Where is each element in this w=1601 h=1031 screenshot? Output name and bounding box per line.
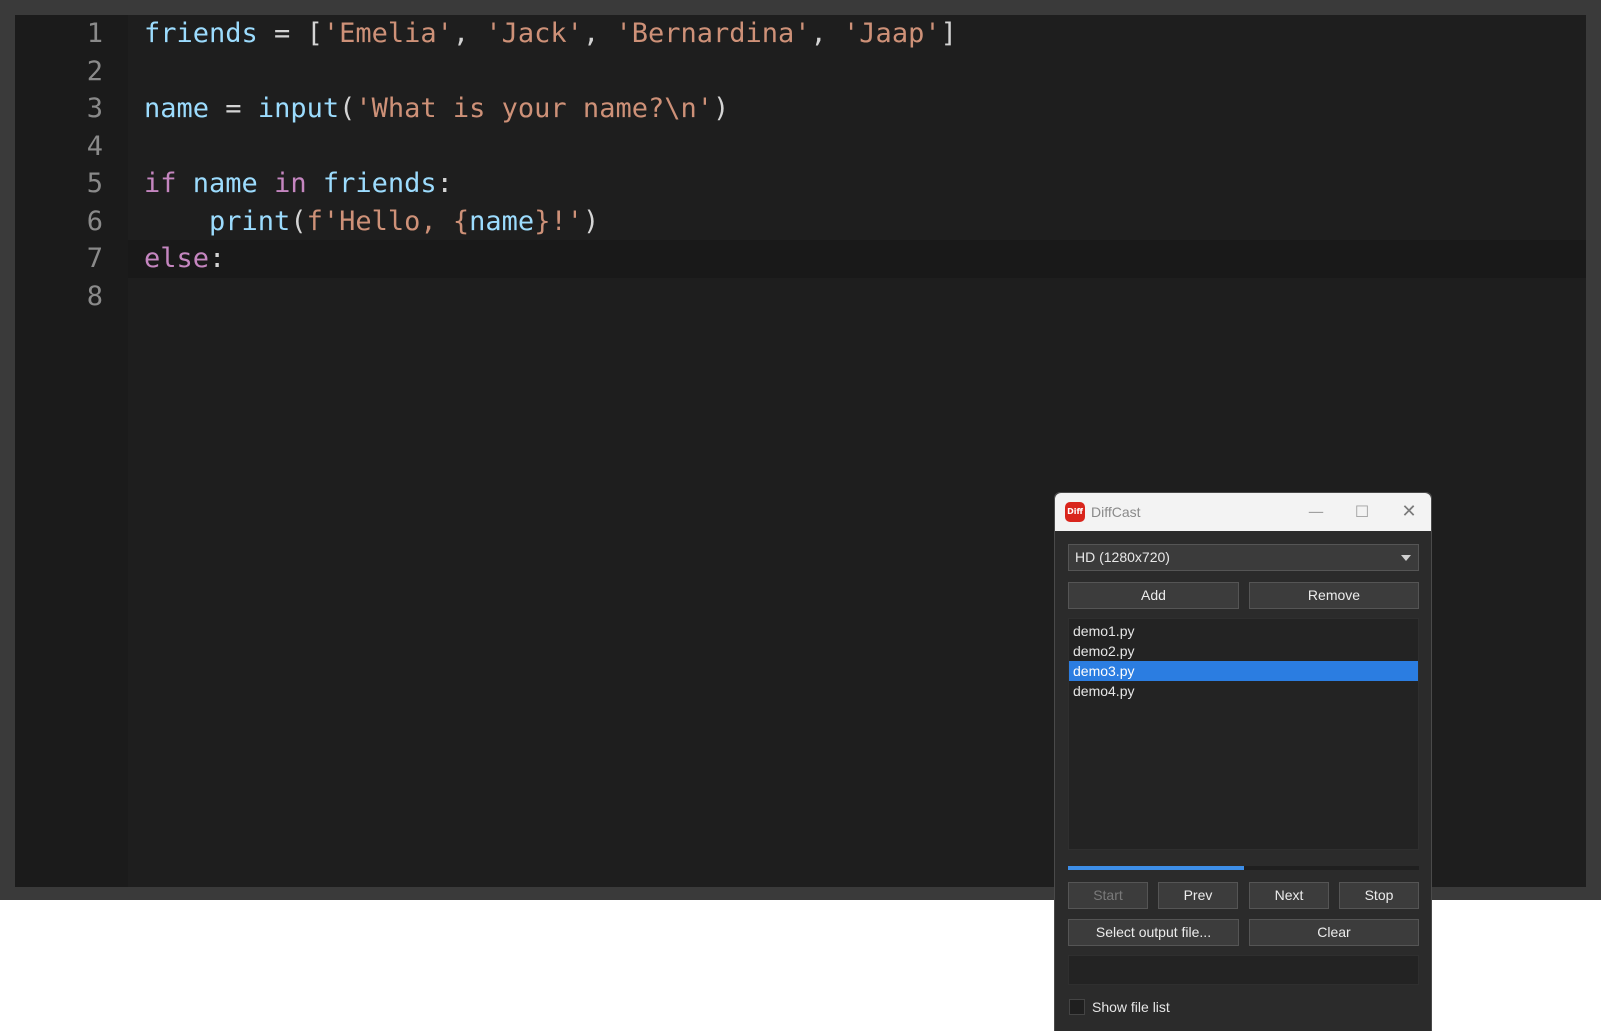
code-token: , xyxy=(582,18,616,49)
code-token: if xyxy=(144,168,177,199)
prev-button[interactable]: Prev xyxy=(1158,882,1238,909)
code-token: !' xyxy=(550,205,583,237)
line-number: 8 xyxy=(86,280,103,312)
progress-fill xyxy=(1068,866,1244,870)
code-token: f'Hello, xyxy=(306,205,453,237)
file-list-item[interactable]: demo1.py xyxy=(1069,621,1418,641)
chevron-down-icon xyxy=(1401,555,1411,561)
code-token: ) xyxy=(712,93,730,124)
remove-button[interactable]: Remove xyxy=(1249,582,1419,609)
diffcast-window: Diff DiffCast — ☐ ✕ HD (1280x720) Add Re… xyxy=(1054,492,1432,1031)
line-number: 2 xyxy=(86,55,103,87)
progress-bar xyxy=(1068,866,1419,870)
code-token: print xyxy=(209,205,291,237)
add-button[interactable]: Add xyxy=(1068,582,1239,609)
resolution-select[interactable]: HD (1280x720) xyxy=(1068,544,1419,571)
line-number: 4 xyxy=(86,130,103,162)
title-bar[interactable]: Diff DiffCast — ☐ ✕ xyxy=(1055,493,1431,531)
code-token: 'Emelia' xyxy=(322,18,453,49)
clear-button[interactable]: Clear xyxy=(1249,919,1419,946)
line-number: 3 xyxy=(86,93,103,124)
start-button[interactable]: Start xyxy=(1068,882,1148,909)
code-token: : xyxy=(209,243,226,274)
line-number: 5 xyxy=(86,168,103,199)
close-icon[interactable]: ✕ xyxy=(1386,493,1432,531)
code-token: ) xyxy=(582,205,600,237)
code-line[interactable]: else: xyxy=(128,240,1586,278)
window-title: DiffCast xyxy=(1091,504,1141,520)
next-button[interactable]: Next xyxy=(1249,882,1329,909)
code-token: friends xyxy=(322,168,437,199)
code-token: ] xyxy=(940,18,957,49)
code-token: } xyxy=(534,205,551,237)
show-file-list-checkbox[interactable] xyxy=(1069,999,1085,1015)
code-token: = xyxy=(209,93,258,124)
resolution-select-value: HD (1280x720) xyxy=(1075,549,1170,565)
show-file-list-label[interactable]: Show file list xyxy=(1092,996,1170,1018)
code-token: = [ xyxy=(257,18,323,49)
code-token: 'Jack' xyxy=(485,18,583,49)
file-list[interactable]: demo1.py demo2.py demo3.py demo4.py xyxy=(1068,618,1419,850)
code-token: 'What is your name?\n' xyxy=(355,93,713,124)
line-number: 7 xyxy=(86,243,103,274)
stop-button[interactable]: Stop xyxy=(1339,882,1419,909)
line-number: 6 xyxy=(86,205,103,237)
code-token: : xyxy=(436,168,453,199)
code-line[interactable]: friends = ['Emelia', 'Jack', 'Bernardina… xyxy=(128,15,1586,53)
code-line[interactable]: name = input('What is your name?\n') xyxy=(128,90,1586,128)
code-line[interactable]: if name in friends: xyxy=(128,165,1586,203)
code-token: , xyxy=(810,18,844,49)
code-token: name xyxy=(469,205,535,237)
code-token: 'Bernardina' xyxy=(615,18,811,49)
code-token: input xyxy=(257,93,340,124)
code-token: ( xyxy=(290,205,307,237)
code-line[interactable] xyxy=(128,53,1586,91)
code-token: name xyxy=(192,168,258,199)
file-list-item[interactable]: demo3.py xyxy=(1069,661,1418,681)
line-number-gutter: 1 2 3 4 5 6 7 8 xyxy=(15,15,128,887)
diffcast-app-icon: Diff xyxy=(1065,502,1085,522)
code-line[interactable] xyxy=(128,278,1586,316)
code-token: name xyxy=(144,93,210,124)
maximize-icon[interactable]: ☐ xyxy=(1339,493,1385,531)
code-token: , xyxy=(452,18,486,49)
code-token: in xyxy=(274,168,307,199)
code-token: else xyxy=(144,243,210,274)
code-token: ( xyxy=(339,93,356,124)
code-token: { xyxy=(452,205,470,237)
code-line[interactable] xyxy=(128,128,1586,166)
code-line[interactable]: print(f'Hello, {name}!') xyxy=(128,203,1586,241)
select-output-file-button[interactable]: Select output file... xyxy=(1068,919,1239,946)
line-number: 1 xyxy=(86,18,103,49)
output-path-field[interactable] xyxy=(1068,955,1419,985)
file-list-item[interactable]: demo4.py xyxy=(1069,681,1418,701)
code-token: 'Jaap' xyxy=(843,18,941,49)
minimize-icon[interactable]: — xyxy=(1293,493,1339,531)
file-list-item[interactable]: demo2.py xyxy=(1069,641,1418,661)
code-token: friends xyxy=(144,18,258,49)
